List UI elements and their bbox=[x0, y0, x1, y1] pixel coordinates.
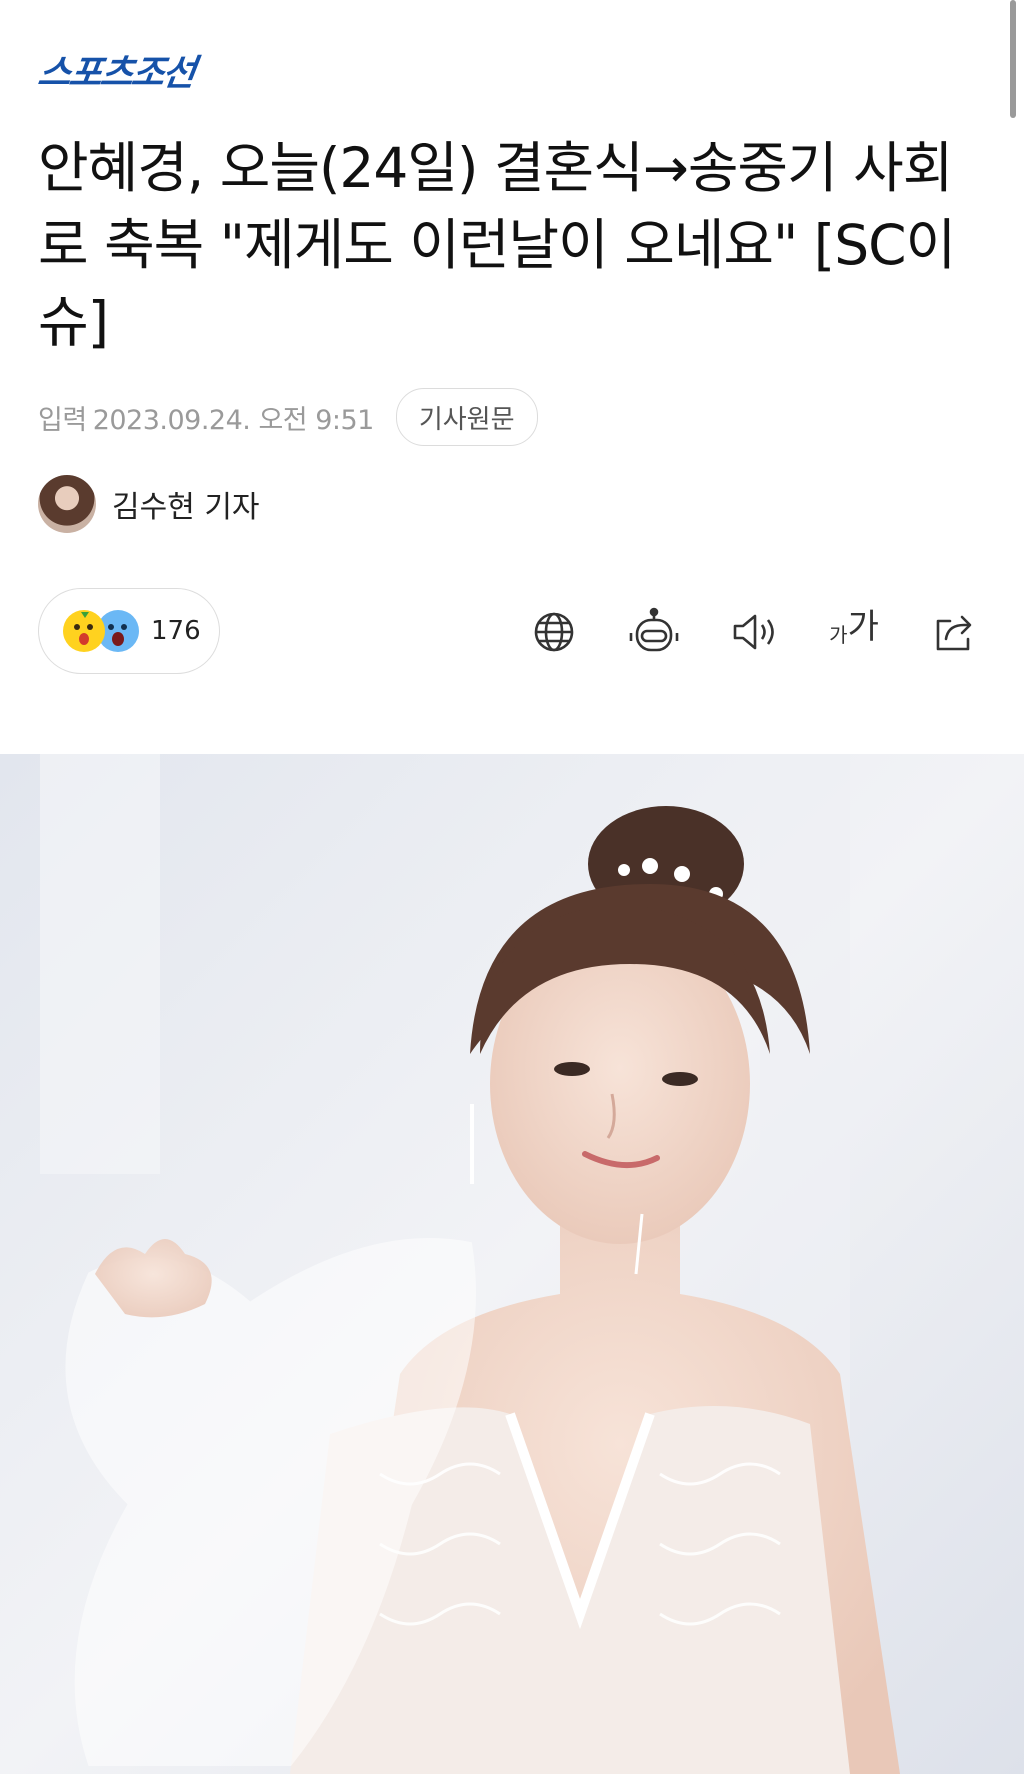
surprised-emoji-icon bbox=[63, 610, 105, 652]
tool-icons: 가가 bbox=[484, 588, 984, 676]
reporter-avatar[interactable] bbox=[38, 475, 96, 533]
reaction-emojis bbox=[63, 606, 143, 656]
robot-icon[interactable] bbox=[624, 602, 684, 662]
site-logo[interactable]: 스포츠조선 bbox=[35, 53, 196, 94]
article-headline: 안혜경, 오늘(24일) 결혼식→송중기 사회로 축복 "제게도 이런날이 오네… bbox=[38, 136, 956, 354]
bride-photo bbox=[0, 754, 1024, 1774]
font-size-icon[interactable]: 가가 bbox=[824, 602, 884, 662]
reaction-button[interactable]: 176 bbox=[38, 588, 220, 674]
reporter-name[interactable]: 김수현 기자 bbox=[112, 482, 260, 526]
reaction-count: 176 bbox=[151, 616, 201, 646]
scrollbar[interactable] bbox=[1010, 0, 1016, 118]
published-label: 입력 bbox=[38, 404, 87, 436]
share-icon[interactable] bbox=[924, 602, 984, 662]
article-toolbar: 176 가 가 bbox=[38, 588, 984, 676]
globe-icon[interactable] bbox=[524, 602, 584, 662]
published-value: 2023.09.24. 오전 9:51 bbox=[92, 404, 375, 436]
font-size-big: 가 bbox=[847, 607, 879, 647]
published-time: 입력 2023.09.24. 오전 9:51 bbox=[38, 398, 374, 437]
article-photo bbox=[0, 754, 1024, 1774]
speaker-icon[interactable] bbox=[724, 602, 784, 662]
original-article-button[interactable]: 기사원문 bbox=[395, 388, 538, 446]
article-meta: 입력 2023.09.24. 오전 9:51 기사원문 bbox=[38, 388, 538, 446]
font-size-small: 가 bbox=[829, 623, 848, 647]
reporter-info[interactable]: 김수현 기자 bbox=[38, 474, 260, 534]
